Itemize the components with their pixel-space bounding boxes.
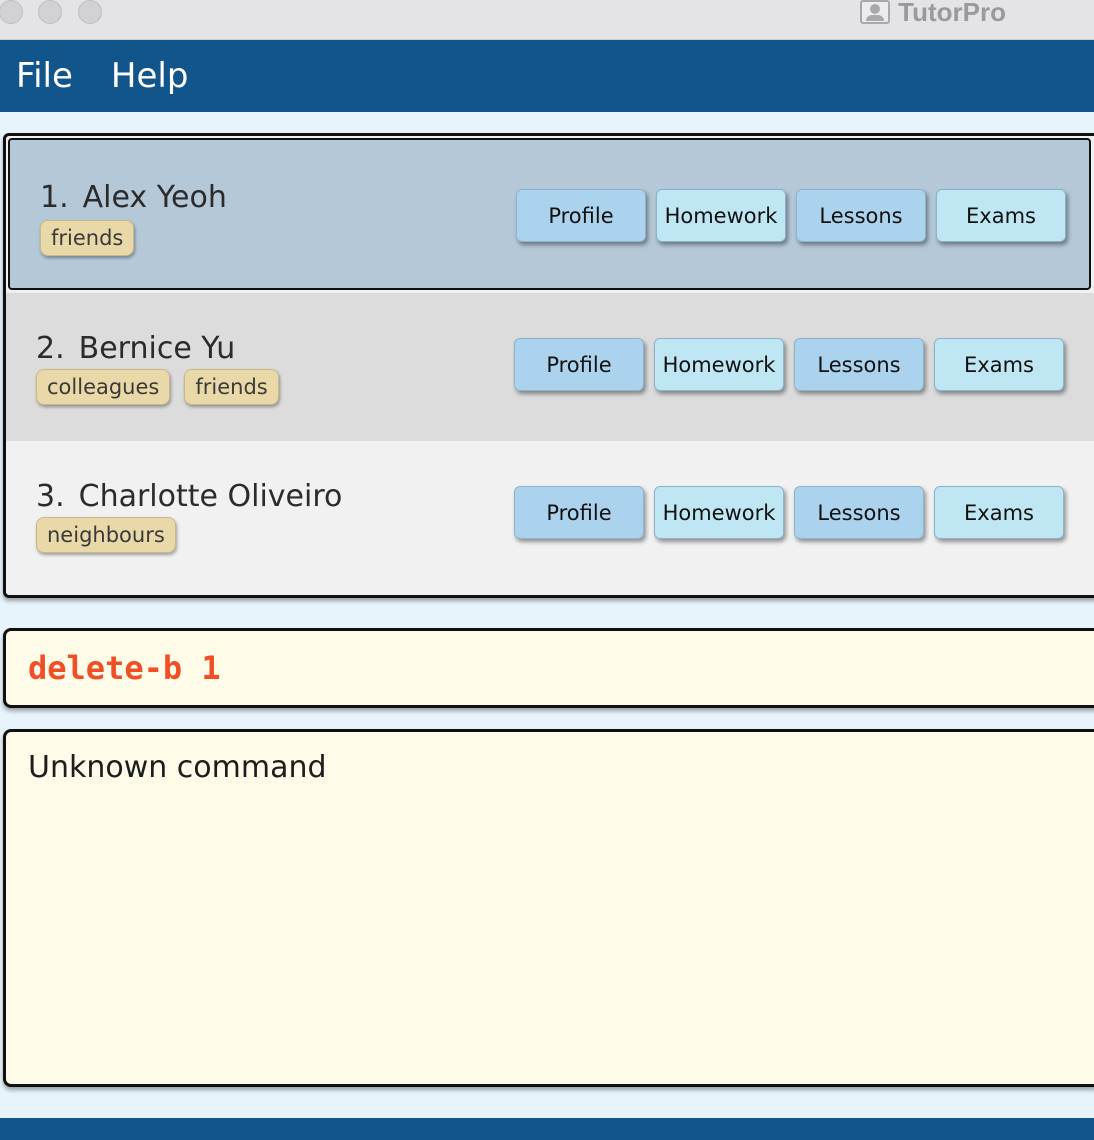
- person-name-text: Charlotte Oliveiro: [78, 479, 343, 514]
- person-index: 1.: [40, 180, 69, 215]
- app-title: TutorPro: [860, 0, 1006, 27]
- command-box: [3, 628, 1094, 708]
- menu-file[interactable]: File: [16, 56, 73, 96]
- status-bar: [0, 1118, 1094, 1140]
- card-actions: Profile Homework Lessons Exams: [516, 189, 1066, 242]
- card-actions: Profile Homework Lessons Exams: [514, 338, 1064, 391]
- person-card[interactable]: 2. Bernice Yu colleagues friends Profile …: [6, 293, 1094, 441]
- homework-button[interactable]: Homework: [654, 338, 784, 391]
- person-name-text: Alex Yeoh: [82, 180, 227, 215]
- tag-list: friends: [40, 220, 135, 256]
- person-name: 1. Alex Yeoh: [40, 180, 227, 215]
- profile-button[interactable]: Profile: [514, 486, 644, 539]
- lessons-button[interactable]: Lessons: [794, 338, 924, 391]
- minimize-window-button[interactable]: [38, 0, 62, 24]
- profile-button[interactable]: Profile: [516, 189, 646, 242]
- card-actions: Profile Homework Lessons Exams: [514, 486, 1064, 539]
- person-index: 2.: [36, 331, 65, 366]
- tag-badge: friends: [184, 369, 279, 405]
- tag-badge: colleagues: [36, 369, 171, 405]
- tag-badge: neighbours: [36, 517, 176, 553]
- homework-button[interactable]: Homework: [656, 189, 786, 242]
- app-title-text: TutorPro: [898, 0, 1006, 27]
- result-display: Unknown command: [3, 729, 1094, 1087]
- exams-button[interactable]: Exams: [936, 189, 1066, 242]
- menu-bar: File Help: [0, 40, 1094, 112]
- person-name: 3. Charlotte Oliveiro: [36, 479, 342, 514]
- homework-button[interactable]: Homework: [654, 486, 784, 539]
- person-list[interactable]: 1. Alex Yeoh friends Profile Homework Les…: [3, 133, 1094, 598]
- exams-button[interactable]: Exams: [934, 486, 1064, 539]
- result-message: Unknown command: [28, 750, 327, 785]
- zoom-window-button[interactable]: [78, 0, 102, 24]
- tag-list: neighbours: [36, 517, 176, 553]
- profile-button[interactable]: Profile: [514, 338, 644, 391]
- window-title-bar: TutorPro: [0, 0, 1094, 40]
- app-icon: [860, 0, 891, 24]
- person-name-text: Bernice Yu: [78, 331, 236, 366]
- person-card[interactable]: 3. Charlotte Oliveiro neighbours Profile …: [6, 441, 1094, 593]
- menu-help[interactable]: Help: [111, 56, 189, 96]
- lessons-button[interactable]: Lessons: [796, 189, 926, 242]
- exams-button[interactable]: Exams: [934, 338, 1064, 391]
- tag-badge: friends: [40, 220, 135, 256]
- person-name: 2. Bernice Yu: [36, 331, 235, 366]
- command-input[interactable]: [28, 649, 1088, 687]
- person-card[interactable]: 1. Alex Yeoh friends Profile Homework Les…: [8, 138, 1091, 290]
- lessons-button[interactable]: Lessons: [794, 486, 924, 539]
- person-index: 3.: [36, 479, 65, 514]
- tag-list: colleagues friends: [36, 369, 279, 405]
- close-window-button[interactable]: [0, 0, 23, 24]
